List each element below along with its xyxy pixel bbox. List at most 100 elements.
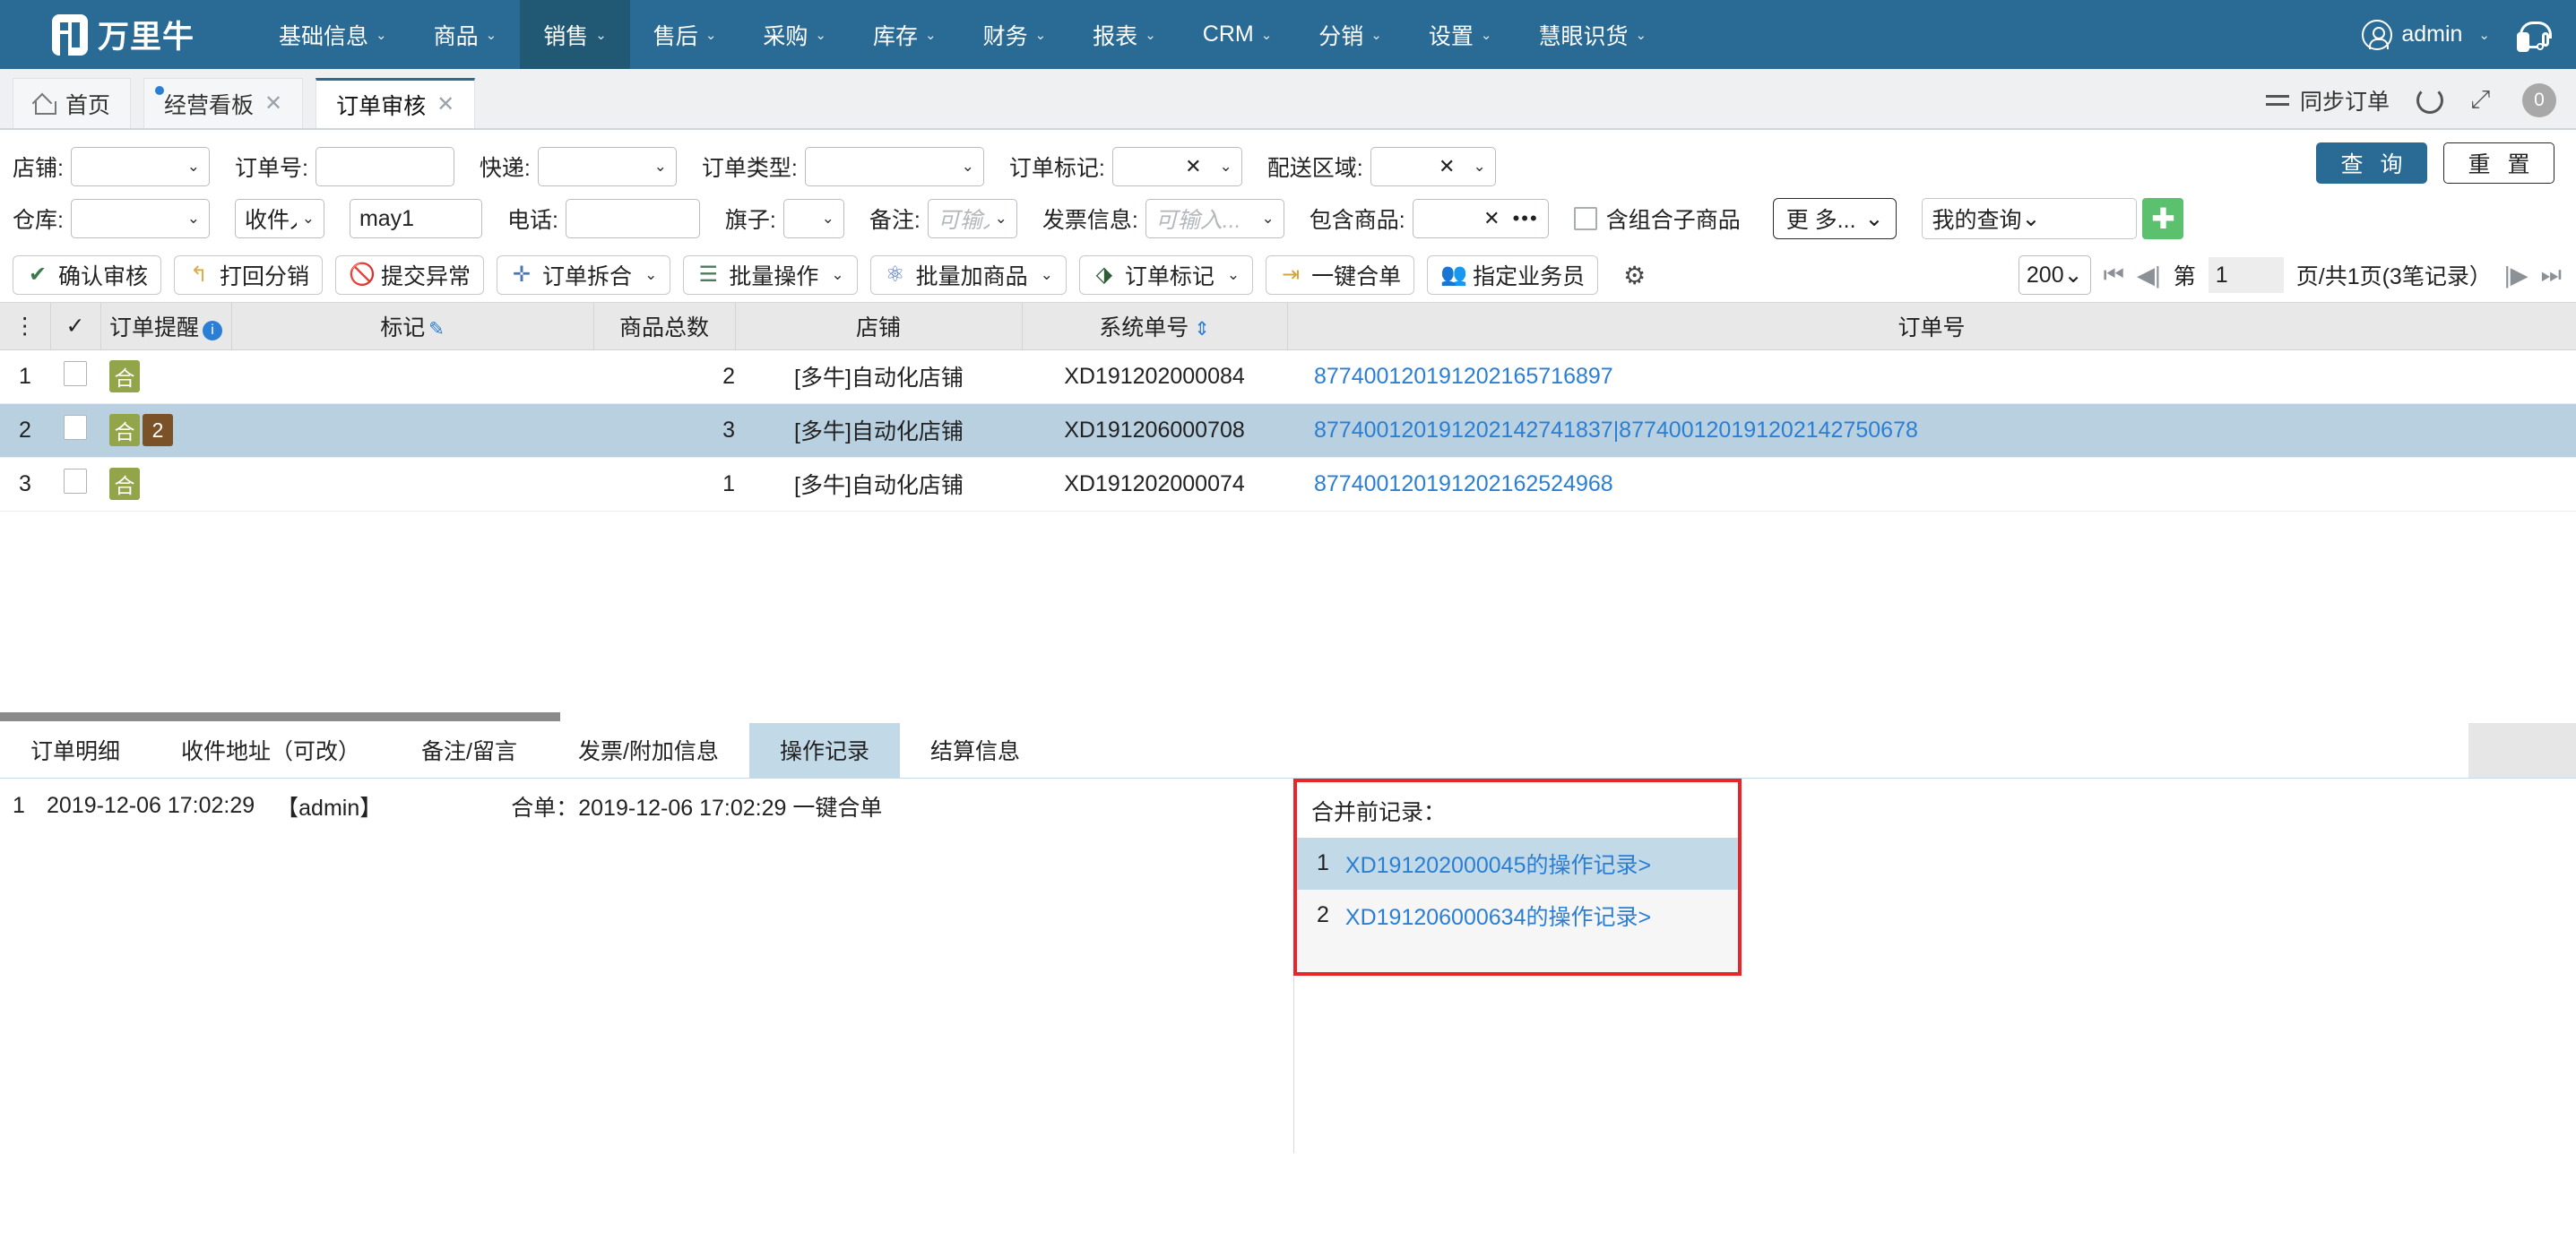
chevron-down-icon[interactable]: ⌄	[1227, 266, 1240, 284]
filter-select-7[interactable]: 可输入... ⌄	[1145, 199, 1284, 238]
column-header-mark[interactable]: 标记 ✎	[231, 303, 594, 350]
select-all-check-icon[interactable]: ✓	[66, 314, 85, 339]
search-button[interactable]: 查 询	[2316, 142, 2427, 184]
headset-icon[interactable]	[2517, 21, 2552, 52]
detail-tab-2[interactable]: 收件地址（可改）	[151, 722, 392, 778]
filter-select-2[interactable]: 收件人 ⌄	[234, 199, 324, 238]
row-checkbox[interactable]	[64, 414, 87, 440]
merge-record-link[interactable]: XD191206000634的操作记录>	[1345, 900, 1651, 932]
nav-item-7[interactable]: 财务 ⌄	[960, 0, 1070, 69]
filter-select-5[interactable]: ✕ ⌄	[1111, 147, 1242, 186]
prev-page-button[interactable]: ◀|	[2137, 262, 2161, 289]
clear-icon[interactable]: ✕	[1483, 207, 1500, 230]
info-icon[interactable]: i	[203, 320, 222, 340]
filter-select-1[interactable]: ⌄	[70, 147, 210, 186]
toolbar-button-8[interactable]: ⇥ 一键合单	[1266, 255, 1415, 295]
page-size-select[interactable]: 200 ⌄	[2018, 255, 2091, 295]
filter-select-6[interactable]: ✕ ⌄	[1370, 147, 1496, 186]
nav-item-5[interactable]: 采购 ⌄	[739, 0, 850, 69]
toolbar-button-6[interactable]: ⚛ 批量加商品 ⌄	[869, 255, 1067, 295]
table-row[interactable]: 2 合 2 3 [多牛]自动化店铺 XD191206000708 8774001201912…	[0, 403, 2576, 458]
toolbar-button-2[interactable]: ↰ 打回分销	[174, 255, 324, 295]
reminder-tag[interactable]: 合	[109, 360, 140, 392]
filter-input-3[interactable]: may1	[349, 199, 482, 238]
nav-item-6[interactable]: 库存 ⌄	[850, 0, 960, 69]
chevron-down-icon[interactable]: ⌄	[1262, 210, 1275, 228]
nav-item-4[interactable]: 售后 ⌄	[630, 0, 740, 69]
row-checkbox[interactable]	[64, 468, 87, 494]
detail-tab-5[interactable]: 操作记录	[748, 722, 900, 778]
sync-orders-button[interactable]: 同步订单	[2265, 84, 2390, 116]
detail-tab-6[interactable]: 结算信息	[899, 722, 1050, 778]
page-number-input[interactable]	[2208, 257, 2284, 293]
edit-pencil-icon[interactable]: ✎	[428, 319, 445, 340]
nav-item-10[interactable]: 分销 ⌄	[1295, 0, 1405, 69]
column-header-drag-handle[interactable]: ⋮	[0, 303, 51, 350]
column-header-order-reminder[interactable]: 订单提醒 i	[100, 303, 232, 350]
chevron-down-icon[interactable]: ⌄	[995, 210, 1007, 228]
sort-icon[interactable]: ⇕	[1194, 319, 1210, 340]
reset-button[interactable]: 重 置	[2443, 142, 2554, 184]
user-menu[interactable]: admin ⌄	[2362, 19, 2490, 50]
refresh-icon[interactable]	[2416, 87, 2443, 114]
detail-tab-3[interactable]: 备注/留言	[391, 722, 548, 778]
filter-select-5[interactable]: ⌄	[782, 199, 844, 238]
reminder-tag[interactable]: 2	[143, 414, 173, 446]
add-query-button[interactable]: ✚	[2142, 198, 2184, 239]
reminder-tag[interactable]: 合	[109, 414, 140, 446]
chevron-down-icon[interactable]: ⌄	[654, 158, 667, 176]
filter-select-4[interactable]: ⌄	[804, 147, 984, 186]
table-row[interactable]: 3 合 1 [多牛]自动化店铺 XD191202000074 87740012019120…	[0, 457, 2576, 512]
order-no-link[interactable]: 877400120191202162524968	[1314, 471, 1613, 496]
chevron-down-icon[interactable]: ⌄	[302, 210, 315, 228]
filter-input-4[interactable]	[565, 199, 700, 238]
chevron-down-icon[interactable]: ⌄	[644, 266, 657, 284]
more-filters-button[interactable]: 更 多... ⌄	[1772, 198, 1897, 239]
toolbar-button-4[interactable]: ✛ 订单拆合 ⌄	[497, 255, 671, 295]
column-header-order-no[interactable]: 订单号	[1287, 303, 2576, 350]
next-page-button[interactable]: |▶	[2504, 262, 2528, 289]
table-row[interactable]: 1 合 2 [多牛]自动化店铺 XD191202000084 87740012019120…	[0, 349, 2576, 404]
order-no-link[interactable]: 877400120191202165716897	[1314, 364, 1613, 389]
close-icon[interactable]: ✕	[437, 91, 454, 117]
clear-icon[interactable]: ✕	[1439, 155, 1455, 178]
chevron-down-icon[interactable]: ⌄	[1473, 158, 1485, 176]
toolbar-button-1[interactable]: ✔ 确认审核	[13, 255, 162, 295]
nav-item-11[interactable]: 设置 ⌄	[1405, 0, 1516, 69]
panel-splitter[interactable]	[0, 710, 2576, 723]
column-header-shop[interactable]: 店铺	[735, 303, 1023, 350]
clear-icon[interactable]: ✕	[1185, 155, 1201, 178]
merge-record-link[interactable]: XD191202000045的操作记录>	[1345, 848, 1651, 880]
combo-child-checkbox[interactable]	[1573, 207, 1597, 230]
detail-tab-4[interactable]: 发票/附加信息	[547, 722, 749, 778]
filter-select-1[interactable]: ⌄	[70, 199, 210, 238]
column-header-item-count[interactable]: 商品总数	[593, 303, 736, 350]
column-header-select-all[interactable]: ✓	[50, 303, 101, 350]
splitter-grip[interactable]	[0, 711, 560, 721]
fullscreen-icon[interactable]: ⤢	[2470, 87, 2495, 113]
tab-2[interactable]: 经营看板 ✕	[143, 78, 304, 128]
column-header-system-no[interactable]: 系统单号 ⇕	[1022, 303, 1288, 350]
filter-more-8[interactable]: ✕ •••	[1412, 199, 1549, 238]
tab-3[interactable]: 订单审核 ✕	[316, 78, 476, 128]
toolbar-button-7[interactable]: ⬗ 订单标记 ⌄	[1078, 255, 1254, 295]
chevron-down-icon[interactable]: ⌄	[822, 210, 834, 228]
nav-item-2[interactable]: 商品 ⌄	[411, 0, 521, 69]
row-checkbox-cell[interactable]	[50, 457, 100, 512]
brand-logo[interactable]: 万里牛	[0, 12, 214, 57]
merge-record-row[interactable]: 2 XD191206000634的操作记录>	[1297, 889, 1738, 942]
nav-item-12[interactable]: 慧眼识货 ⌄	[1515, 0, 1670, 69]
chevron-down-icon[interactable]: ⌄	[962, 158, 974, 176]
toolbar-button-5[interactable]: ☰ 批量操作 ⌄	[683, 255, 858, 295]
filter-select-3[interactable]: ⌄	[537, 147, 677, 186]
toolbar-button-3[interactable]: 🚫 提交异常	[335, 255, 485, 295]
chevron-down-icon[interactable]: ⌄	[187, 158, 200, 176]
combo-child-checkbox-wrap[interactable]: 含组合子商品	[1573, 202, 1748, 235]
reminder-tag[interactable]: 合	[109, 468, 140, 500]
last-page-button[interactable]: ⏭	[2541, 261, 2562, 289]
nav-item-9[interactable]: CRM ⌄	[1180, 0, 1296, 69]
tab-1[interactable]: 首页	[13, 78, 132, 128]
column-settings-gear-icon[interactable]: ⚙	[1623, 261, 1646, 290]
more-options-icon[interactable]: •••	[1513, 207, 1539, 230]
nav-item-1[interactable]: 基础信息 ⌄	[255, 0, 411, 69]
